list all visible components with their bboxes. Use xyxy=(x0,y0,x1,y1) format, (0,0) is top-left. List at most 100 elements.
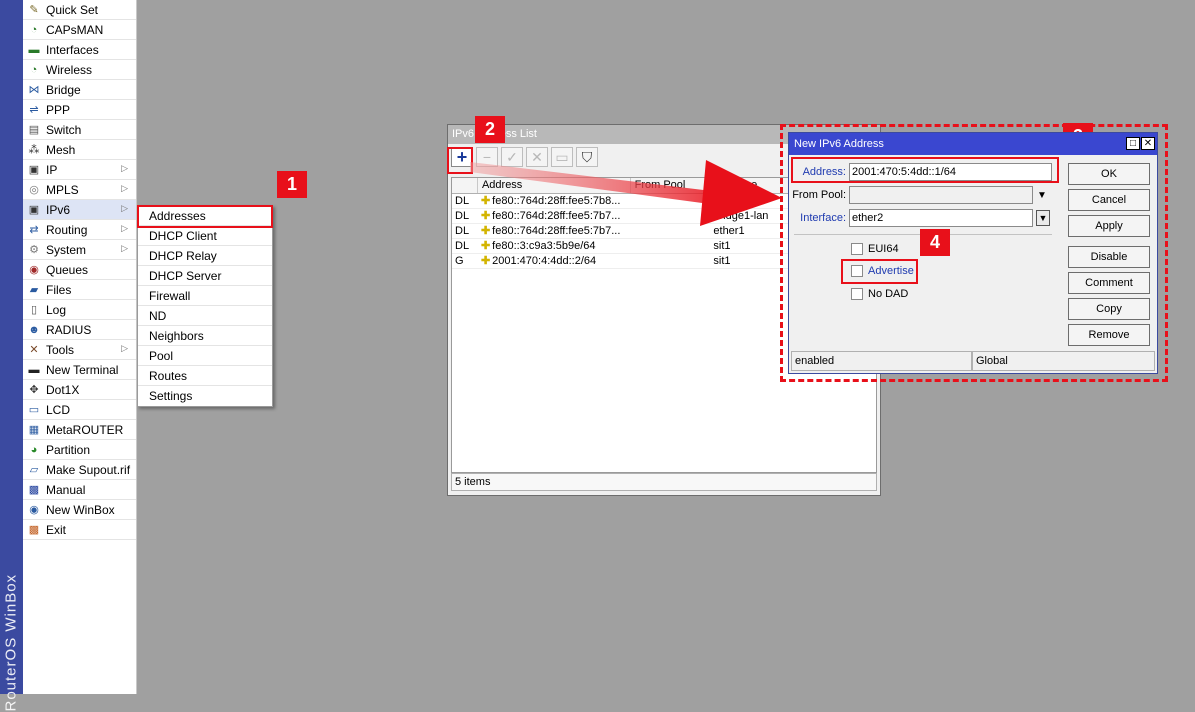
address-text: fe80::3:c9a3:5b9e/64 xyxy=(492,240,596,252)
submenu-arrow-icon: ▷ xyxy=(121,223,128,233)
flag-cell: DL xyxy=(455,240,470,252)
address-icon: ✚ xyxy=(480,240,491,252)
copy-button[interactable]: Copy xyxy=(1068,298,1150,320)
list-status-bar: 5 items xyxy=(451,473,877,491)
menu-item-label: Tools xyxy=(46,342,75,357)
menu-item-ip[interactable]: ▣ IP ▷ xyxy=(23,160,136,180)
interface-dropdown-button[interactable]: ▼ xyxy=(1036,210,1050,226)
eui64-checkbox[interactable] xyxy=(851,243,863,255)
interface-row: Interface: ether2 ▼ xyxy=(791,209,1050,227)
comment-button[interactable]: Comment xyxy=(1068,272,1150,294)
no-dad-checkbox[interactable] xyxy=(851,288,863,300)
wireless-icon: ◔ xyxy=(30,63,38,76)
menu-item-files[interactable]: ▰ Files xyxy=(23,280,136,300)
pool-cell xyxy=(631,239,711,253)
menu-item-label: Bridge xyxy=(46,82,81,97)
interface-icon: ▬ xyxy=(28,43,40,56)
dialog-title[interactable]: New IPv6 Address □ ✕ xyxy=(789,133,1157,155)
submenu-item-routes[interactable]: Routes xyxy=(138,366,272,386)
pointer-arrow xyxy=(470,160,782,226)
menu-item-new-winbox[interactable]: ◉ New WinBox xyxy=(23,500,136,520)
highlight-advertise xyxy=(841,259,918,284)
wand-icon: ✎ xyxy=(29,4,39,16)
menu-item-label: System xyxy=(46,242,87,257)
gear-icon: ⚙ xyxy=(29,244,39,256)
menu-item-ipv6[interactable]: ▣ IPv6 ▷ xyxy=(23,200,136,220)
apply-button[interactable]: Apply xyxy=(1068,215,1150,237)
menu-item-wireless[interactable]: ◔ Wireless xyxy=(23,60,136,80)
menu-item-mpls[interactable]: ◎ MPLS ▷ xyxy=(23,180,136,200)
eui64-option[interactable]: EUI64 xyxy=(851,243,899,255)
queues-icon: ◉ xyxy=(29,264,39,276)
cancel-button[interactable]: Cancel xyxy=(1068,189,1150,211)
submenu-item-dhcp-client[interactable]: DHCP Client xyxy=(138,226,272,246)
pool-cell xyxy=(631,254,711,268)
menu-item-tools[interactable]: ✕ Tools ▷ xyxy=(23,340,136,360)
disable-button[interactable]: Disable xyxy=(1068,246,1150,268)
menu-item-make-supout-rif[interactable]: ▱ Make Supout.rif xyxy=(23,460,136,480)
remove-button[interactable]: Remove xyxy=(1068,324,1150,346)
menu-item-metarouter[interactable]: ▦ MetaROUTER xyxy=(23,420,136,440)
close-icon[interactable]: ✕ xyxy=(1141,137,1155,150)
metarouter-icon: ▦ xyxy=(28,424,40,436)
submenu-arrow-icon: ▷ xyxy=(121,163,128,173)
menu-item-mesh[interactable]: ⁂ Mesh xyxy=(23,140,136,160)
step-badge-4: 4 xyxy=(920,229,950,256)
submenu-item-settings[interactable]: Settings xyxy=(138,386,272,406)
no-dad-option[interactable]: No DAD xyxy=(851,288,908,300)
menu-item-new-terminal[interactable]: ▬ New Terminal xyxy=(23,360,136,380)
menu-item-label: New Terminal xyxy=(46,362,119,377)
submenu-item-dhcp-server[interactable]: DHCP Server xyxy=(138,266,272,286)
menu-item-queues[interactable]: ◉ Queues xyxy=(23,260,136,280)
switch-icon: ▤ xyxy=(28,124,40,136)
submenu-arrow-icon: ▷ xyxy=(121,343,128,353)
ipv6-icon: ▣ xyxy=(28,204,40,216)
menu-item-exit[interactable]: ▩ Exit xyxy=(23,520,136,540)
terminal-icon: ▬ xyxy=(28,363,40,376)
from-pool-row: From Pool: ▼ xyxy=(791,186,1047,204)
main-menu: ✎ Quick Set ◔ CAPsMAN ▬ Interfaces ◔ Wireless ⋈ B… xyxy=(23,0,137,694)
menu-item-label: Manual xyxy=(46,482,86,497)
supout-icon: ▱ xyxy=(29,464,39,476)
submenu-item-pool[interactable]: Pool xyxy=(138,346,272,366)
menu-item-bridge[interactable]: ⋈ Bridge xyxy=(23,80,136,100)
from-pool-field[interactable] xyxy=(849,186,1033,204)
highlight-addresses xyxy=(137,205,273,228)
flag-cell: G xyxy=(455,255,464,267)
menu-item-system[interactable]: ⚙ System ▷ xyxy=(23,240,136,260)
submenu-item-nd[interactable]: ND xyxy=(138,306,272,326)
no-dad-label: No DAD xyxy=(868,288,909,300)
step-badge-2: 2 xyxy=(475,116,505,143)
menu-item-label: MetaROUTER xyxy=(46,422,124,437)
lcd-icon: ▭ xyxy=(28,404,40,416)
maximize-icon[interactable]: □ xyxy=(1126,137,1140,150)
chevron-down-icon: ▼ xyxy=(1038,213,1048,223)
submenu-item-dhcp-relay[interactable]: DHCP Relay xyxy=(138,246,272,266)
menu-item-label: MPLS xyxy=(46,182,79,197)
address-text: 2001:470:4:4dd::2/64 xyxy=(492,255,597,267)
menu-item-radius[interactable]: ☻ RADIUS xyxy=(23,320,136,340)
menu-item-label: Log xyxy=(46,302,67,317)
submenu-item-firewall[interactable]: Firewall xyxy=(138,286,272,306)
dialog-status-bar: enabled Global xyxy=(791,351,1155,371)
ok-button[interactable]: OK xyxy=(1068,163,1150,185)
dropdown-arrow-icon[interactable]: ▼ xyxy=(1037,190,1047,201)
menu-item-label: Partition xyxy=(46,442,91,457)
menu-item-dot1x[interactable]: ✥ Dot1X xyxy=(23,380,136,400)
menu-item-quick-set[interactable]: ✎ Quick Set xyxy=(23,0,136,20)
menu-item-lcd[interactable]: ▭ LCD xyxy=(23,400,136,420)
menu-item-label: RADIUS xyxy=(46,322,92,337)
interface-select[interactable]: ether2 xyxy=(849,209,1033,227)
menu-item-interfaces[interactable]: ▬ Interfaces xyxy=(23,40,136,60)
menu-item-switch[interactable]: ▤ Switch xyxy=(23,120,136,140)
menu-item-label: Switch xyxy=(46,122,82,137)
menu-item-ppp[interactable]: ⇌ PPP xyxy=(23,100,136,120)
submenu-item-neighbors[interactable]: Neighbors xyxy=(138,326,272,346)
menu-item-manual[interactable]: ▩ Manual xyxy=(23,480,136,500)
menu-item-log[interactable]: ▯ Log xyxy=(23,300,136,320)
menu-item-routing[interactable]: ⇄ Routing ▷ xyxy=(23,220,136,240)
routing-icon: ⇄ xyxy=(29,224,39,236)
menu-item-partition[interactable]: ◕ Partition xyxy=(23,440,136,460)
menu-item-capsman[interactable]: ◔ CAPsMAN xyxy=(23,20,136,40)
submenu-arrow-icon: ▷ xyxy=(121,203,128,213)
